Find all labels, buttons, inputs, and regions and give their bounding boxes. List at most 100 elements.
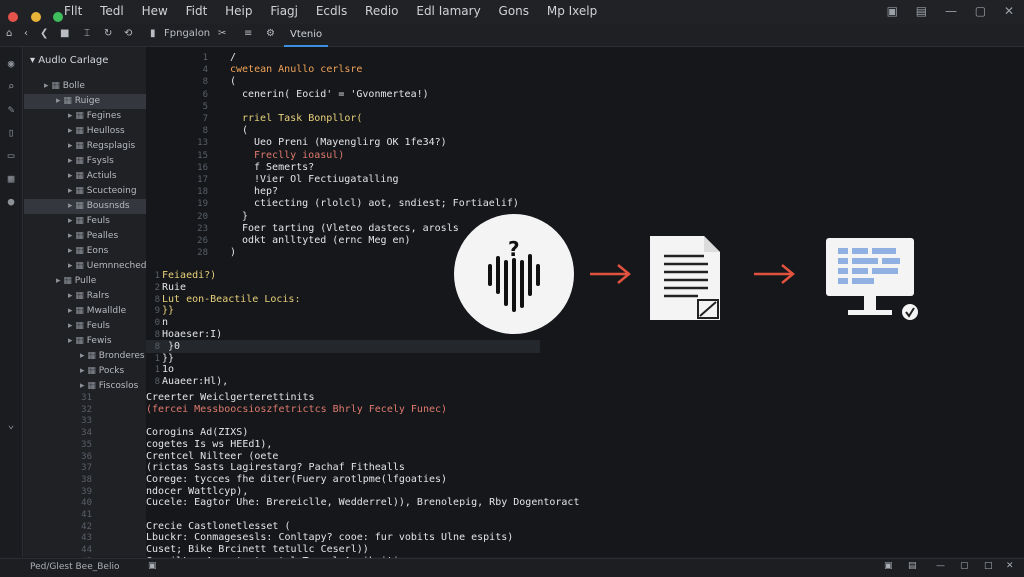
terminal-icon[interactable]: ▣ xyxy=(148,561,157,571)
code-line[interactable]: cenerin( Eocid' = 'Gvonmertea!) xyxy=(242,89,429,101)
panel-icon[interactable]: ▭ xyxy=(0,149,22,162)
code-line[interactable]: (rictas Sasts Lagirestarg? Pachaf Fithea… xyxy=(146,462,405,474)
code-line[interactable]: f Semerts? xyxy=(254,162,314,174)
code-line[interactable]: Corogins Ad(ZIXS) xyxy=(146,427,248,439)
code-line[interactable]: rriel Task Bonpllor( xyxy=(242,113,362,125)
code-line[interactable]: Crecie Castlonetlesset ( xyxy=(146,521,291,533)
square-icon[interactable]: □ xyxy=(984,561,993,571)
tree-item[interactable]: ▸ ▦ Ralrs xyxy=(24,289,146,304)
code-line[interactable]: !Vier Ol Fectiugatalling xyxy=(254,174,399,186)
code-line[interactable]: cogetes Is ws HEEd1), xyxy=(146,439,272,451)
menu-item[interactable]: Tedl xyxy=(100,4,124,18)
layout-icon[interactable]: ▣ xyxy=(884,561,893,571)
save-icon[interactable]: ■ xyxy=(60,28,69,39)
file-icon[interactable]: ▮ xyxy=(150,28,156,39)
tree-item[interactable]: ▸ ▦ Feuls xyxy=(24,214,146,229)
code-line[interactable]: odkt anlltyted (ernc Meg en) xyxy=(242,235,411,247)
layout-icon[interactable]: ▣ xyxy=(887,4,898,18)
code-line[interactable]: Foer tarting (Vleteo dastecs, arosls xyxy=(242,223,459,235)
code-line[interactable]: }} xyxy=(162,353,174,365)
tab-active[interactable]: Vtenio xyxy=(284,24,329,47)
tree-item[interactable]: ▸ ▦ Pealles xyxy=(24,229,146,244)
cursor-icon[interactable]: ⌶ xyxy=(84,28,90,39)
back-arrow-icon[interactable]: ❮ xyxy=(40,28,48,39)
tree-item[interactable]: ▸ ▦ Bronderes xyxy=(24,349,146,364)
code-line[interactable]: }0 xyxy=(162,341,180,353)
tree-item[interactable]: ▸ ▦ Mwalldle xyxy=(24,304,146,319)
code-line[interactable]: Hoaeser:I) xyxy=(162,329,222,341)
window-icon[interactable]: ▢ xyxy=(960,561,969,571)
tree-item[interactable]: ▸ ▦ Actiuls xyxy=(24,169,146,184)
settings-icon[interactable]: ⚙ xyxy=(266,28,275,39)
tree-item[interactable]: ▸ ▦ Feuls xyxy=(24,319,146,334)
tree-item[interactable]: ▸ ▦ Fsysls xyxy=(24,154,146,169)
code-line[interactable]: n xyxy=(162,317,168,329)
code-line[interactable]: Corege: tycces fhe diter(Fuery arotlpme(… xyxy=(146,474,447,486)
project-label[interactable]: Fpngalon xyxy=(164,28,210,39)
menu-item[interactable]: Ecdls xyxy=(316,4,347,18)
refresh-icon[interactable]: ↻ xyxy=(104,28,112,39)
menu-item[interactable]: Mp Ixelp xyxy=(547,4,597,18)
code-line[interactable]: / xyxy=(230,52,236,64)
tree-item[interactable]: ▸ ▦ Pocks xyxy=(24,364,146,379)
code-line[interactable]: Freclly ioasul) xyxy=(254,150,344,162)
code-line[interactable]: ctiecting (rlolcl) aot, sndiest; Fortiae… xyxy=(254,198,519,210)
maximize-window-button[interactable] xyxy=(53,12,64,22)
code-line[interactable]: }} xyxy=(162,305,174,317)
home-icon[interactable]: ⌂ xyxy=(6,28,12,39)
tools-icon[interactable]: ✂ xyxy=(218,28,226,39)
menu-item[interactable]: Fiagj xyxy=(270,4,298,18)
menu-item[interactable]: Fllt xyxy=(64,4,82,18)
code-line[interactable]: ) xyxy=(230,247,236,259)
sync-icon[interactable]: ⟲ xyxy=(124,28,132,39)
minus-icon[interactable]: — xyxy=(936,561,945,571)
back-icon[interactable]: ‹ xyxy=(24,28,28,39)
code-line[interactable]: hep? xyxy=(254,186,278,198)
tree-item[interactable]: ▸ ▦ Eons xyxy=(24,244,146,259)
tree-item[interactable]: ▸ ▦ Fegines xyxy=(24,109,146,124)
code-line[interactable]: 1o xyxy=(162,364,174,376)
code-line[interactable]: ( xyxy=(242,125,248,137)
list-icon[interactable]: ≡ xyxy=(244,28,252,39)
tree-item[interactable]: ▸ ▦ Bolle xyxy=(24,79,146,94)
code-line[interactable]: ( xyxy=(230,76,236,88)
code-line[interactable]: } xyxy=(242,211,248,223)
trash-icon[interactable]: ▯ xyxy=(0,126,22,139)
notification-icon[interactable]: ▤ xyxy=(908,561,917,571)
code-line[interactable]: Lbuckr: Conmagesesls: Conltapy? cooe: fu… xyxy=(146,532,513,544)
code-line[interactable]: ndocer Wattlcyp), xyxy=(146,486,248,498)
code-line[interactable]: Feiaedi?) xyxy=(162,270,216,282)
extensions-icon[interactable]: ▦ xyxy=(0,172,22,185)
tree-item[interactable]: ▸ ▦ Bousnsds xyxy=(24,199,146,214)
tree-item[interactable]: ▸ ▦ Fewis xyxy=(24,334,146,349)
menu-item[interactable]: Gons xyxy=(499,4,530,18)
close-icon[interactable]: ✕ xyxy=(1004,4,1014,18)
code-line[interactable]: Cuset; Bike Brcinett tetullc Ceserl)) xyxy=(146,544,369,556)
tree-item[interactable]: ▸ ▦ Ruige xyxy=(24,94,146,109)
menu-item[interactable]: Hew xyxy=(142,4,168,18)
chevron-down-icon[interactable]: ⌄ xyxy=(0,418,22,431)
close-window-button[interactable] xyxy=(8,12,18,22)
tree-item[interactable]: ▸ ▦ Scucteoing xyxy=(24,184,146,199)
code-line[interactable]: Crentcel Nilteer (oete xyxy=(146,451,278,463)
code-line[interactable]: cwetean Anullo cerlsre xyxy=(230,64,362,76)
debug-icon[interactable]: ● xyxy=(0,195,22,208)
menu-item[interactable]: Fidt xyxy=(186,4,208,18)
tree-item[interactable]: ▸ ▦ Uemnnechedyes xyxy=(24,259,146,274)
menu-item[interactable]: Heip xyxy=(225,4,252,18)
search-icon[interactable]: ⌕ xyxy=(0,80,22,93)
edit-icon[interactable]: ✎ xyxy=(0,103,22,116)
code-line[interactable]: Creerter Weiclgerterettinits xyxy=(146,392,315,404)
menu-item[interactable]: Edl Iamary xyxy=(416,4,480,18)
code-line[interactable]: Lut eon-Beactile Locis: xyxy=(162,294,300,306)
minimize-icon[interactable]: — xyxy=(945,4,957,18)
restore-icon[interactable]: ▢ xyxy=(975,4,986,18)
code-line[interactable]: (fercei Messboocsioszfetrictcs Bhrly Fec… xyxy=(146,404,447,416)
tree-item[interactable]: ▸ ▦ Heulloss xyxy=(24,124,146,139)
panel-icon[interactable]: ▤ xyxy=(916,4,927,18)
tree-item[interactable]: ▸ ▦ Regsplagis xyxy=(24,139,146,154)
minimize-window-button[interactable] xyxy=(30,12,41,22)
menu-item[interactable]: Redio xyxy=(365,4,398,18)
explorer-header[interactable]: ▾ Audlo Carlage xyxy=(30,55,108,66)
close-icon[interactable]: ✕ xyxy=(1006,561,1014,571)
